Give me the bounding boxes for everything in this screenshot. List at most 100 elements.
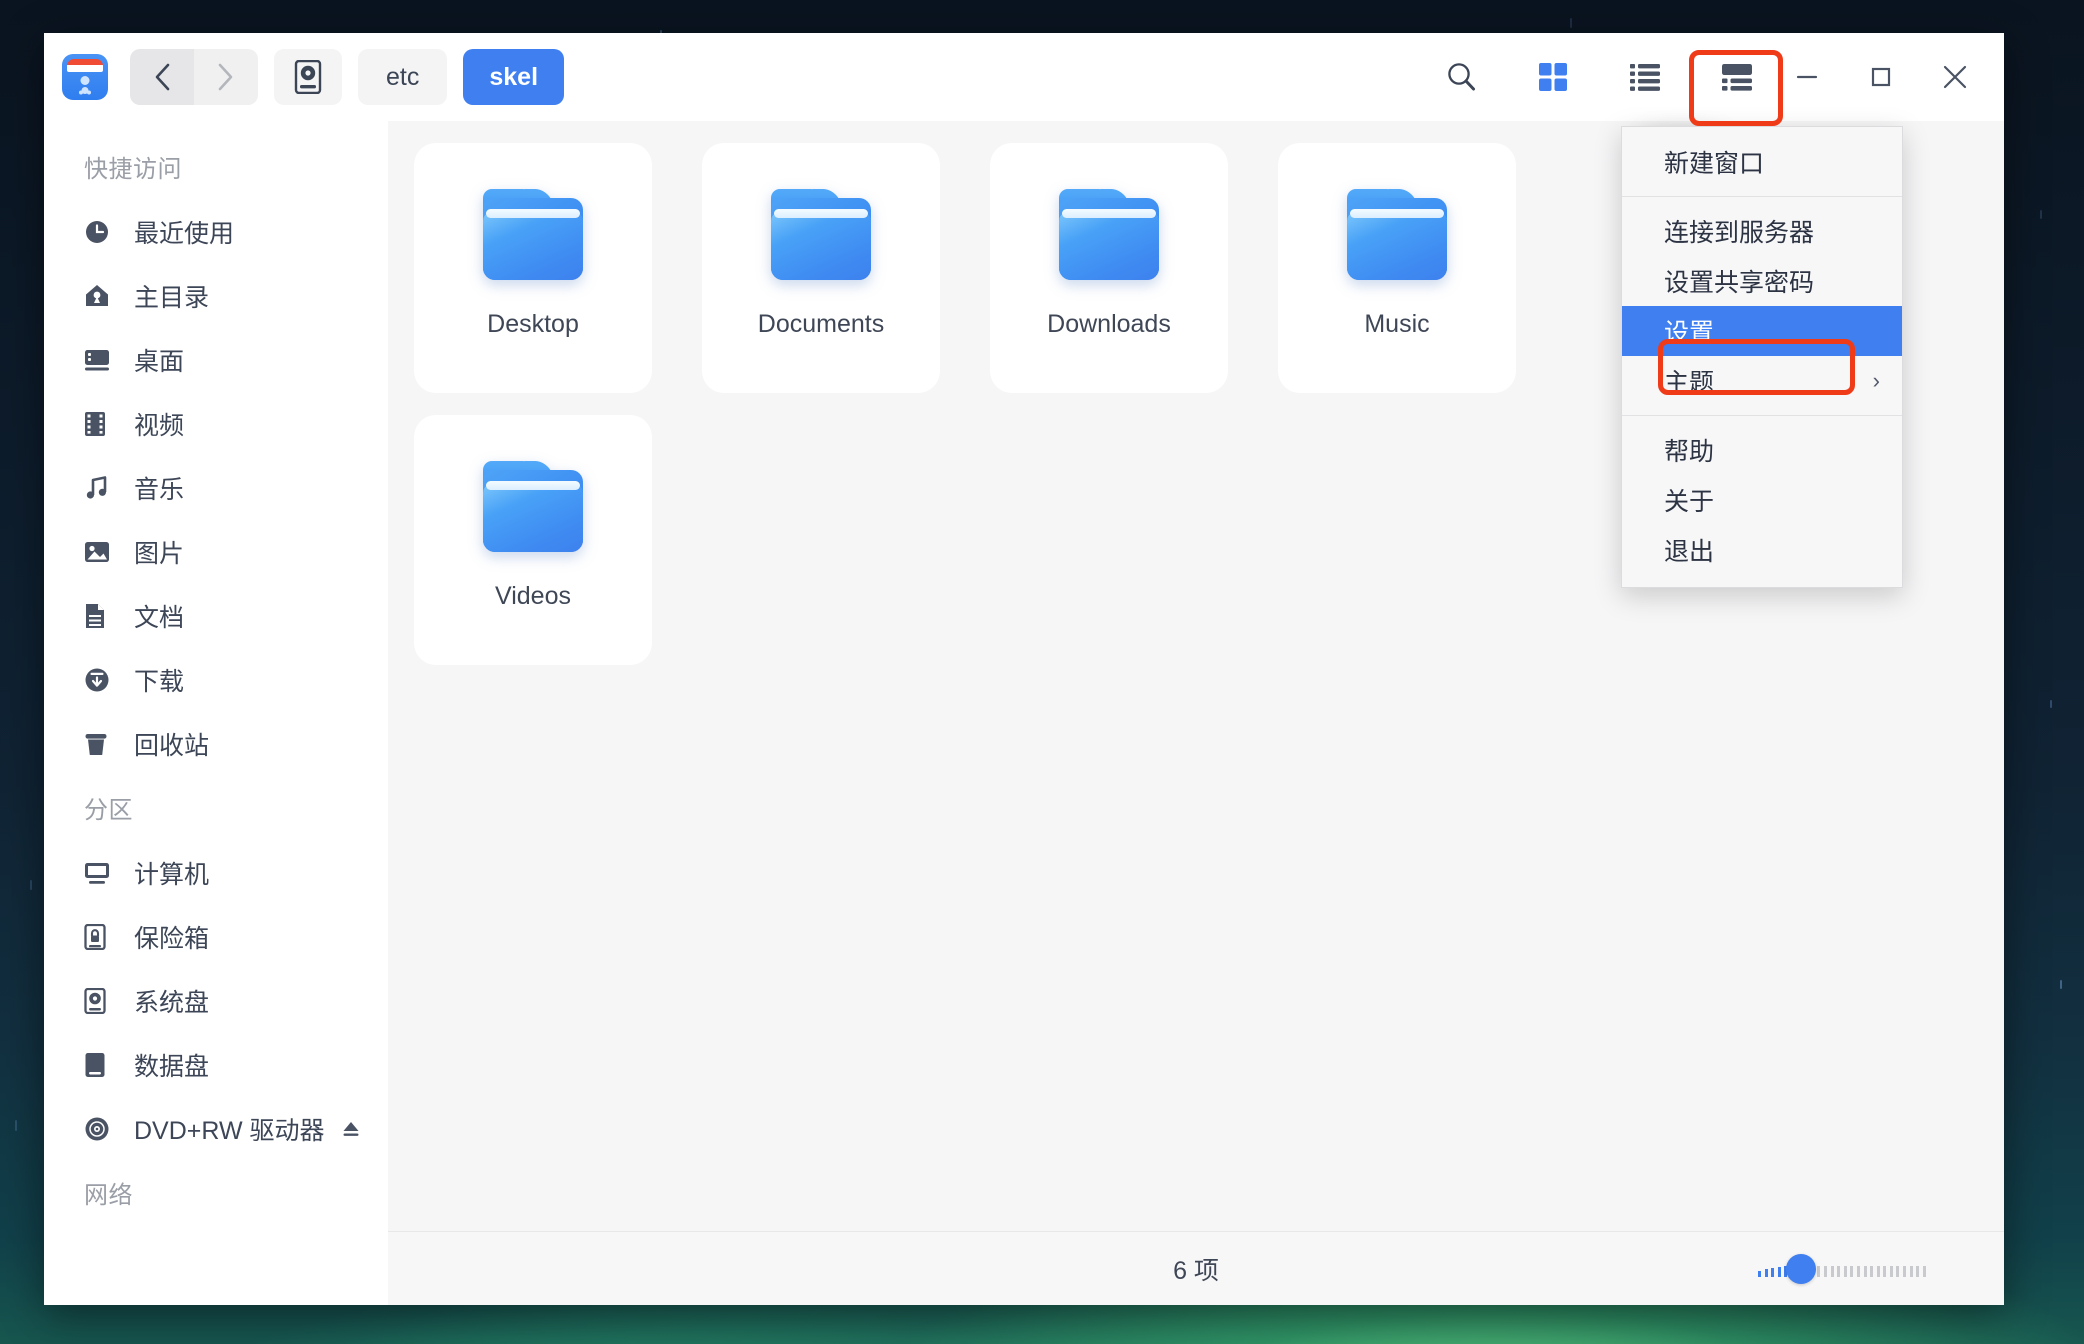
sidebar-item-computer[interactable]: 计算机 xyxy=(44,841,388,905)
menu-item-connect-to-server[interactable]: 连接到服务器 xyxy=(1622,206,1902,256)
status-bar: 6 项 xyxy=(388,1231,2004,1305)
file-item-documents[interactable]: Documents xyxy=(702,143,940,393)
view-detail-button[interactable] xyxy=(1704,49,1770,105)
zoom-slider[interactable] xyxy=(1758,1254,1926,1284)
application-menu: 新建窗口 连接到服务器 设置共享密码 设置 主题 › 帮助 关于 退出 xyxy=(1621,126,1903,588)
zoom-slider-ticks xyxy=(1758,1261,1926,1277)
sidebar-item-label: 下载 xyxy=(134,662,184,698)
hard-disk-icon xyxy=(294,60,322,94)
sidebar-item-label: 系统盘 xyxy=(134,983,209,1019)
close-button[interactable] xyxy=(1918,47,1992,107)
system-disk-icon xyxy=(84,988,118,1014)
zoom-tick xyxy=(1916,1266,1919,1277)
folder-icon xyxy=(1347,198,1447,280)
sidebar-item-videos[interactable]: 视频 xyxy=(44,392,388,456)
menu-item-about[interactable]: 关于 xyxy=(1622,475,1902,525)
sidebar-item-pictures[interactable]: 图片 xyxy=(44,520,388,584)
sidebar-item-documents[interactable]: 文档 xyxy=(44,584,388,648)
view-icon-button[interactable] xyxy=(1520,49,1586,105)
back-button[interactable] xyxy=(130,49,194,105)
star xyxy=(2040,210,2042,219)
sidebar-item-safe-box[interactable]: 保险箱 xyxy=(44,905,388,969)
zoom-tick xyxy=(1857,1266,1860,1277)
desktop-icon xyxy=(84,348,118,372)
file-item-label: Music xyxy=(1364,310,1429,339)
file-item-label: Documents xyxy=(758,310,884,339)
image-icon xyxy=(84,541,118,563)
list-view-icon xyxy=(1629,62,1661,92)
sidebar: 快捷访问 最近使用 主目录 桌面 视频 音乐 图片 文档 下载 回收站 分区 计… xyxy=(44,121,388,1305)
sidebar-item-downloads[interactable]: 下载 xyxy=(44,648,388,712)
view-list-button[interactable] xyxy=(1612,49,1678,105)
file-item-videos[interactable]: Videos xyxy=(414,415,652,665)
zoom-tick xyxy=(1758,1271,1761,1277)
search-button[interactable] xyxy=(1428,49,1494,105)
star xyxy=(2050,700,2052,708)
sidebar-item-trash[interactable]: 回收站 xyxy=(44,712,388,776)
minimize-button[interactable] xyxy=(1770,47,1844,107)
sidebar-item-label: 视频 xyxy=(134,406,184,442)
breadcrumb-skel[interactable]: skel xyxy=(463,49,564,105)
zoom-tick xyxy=(1765,1269,1768,1276)
close-icon xyxy=(1938,60,1972,94)
sidebar-item-dvd-drive[interactable]: DVD+RW 驱动器 xyxy=(44,1097,388,1161)
menu-item-new-window[interactable]: 新建窗口 xyxy=(1622,137,1902,187)
chevron-left-icon xyxy=(153,62,171,92)
menu-item-set-share-password[interactable]: 设置共享密码 xyxy=(1622,256,1902,306)
optical-disc-icon xyxy=(84,1116,118,1142)
sidebar-item-music[interactable]: 音乐 xyxy=(44,456,388,520)
sidebar-item-system-disk[interactable]: 系统盘 xyxy=(44,969,388,1033)
clock-icon xyxy=(84,219,118,245)
file-item-downloads[interactable]: Downloads xyxy=(990,143,1228,393)
zoom-tick xyxy=(1778,1267,1781,1276)
data-disk-icon xyxy=(84,1052,118,1078)
sidebar-item-data-disk[interactable]: 数据盘 xyxy=(44,1033,388,1097)
zoom-tick xyxy=(1864,1266,1867,1277)
download-icon xyxy=(84,667,118,693)
file-item-desktop[interactable]: Desktop xyxy=(414,143,652,393)
menu-separator xyxy=(1622,415,1902,416)
sidebar-section-quick-access-title: 快捷访问 xyxy=(44,135,388,200)
sidebar-item-label: 文档 xyxy=(134,598,184,634)
file-item-label: Videos xyxy=(495,582,571,611)
zoom-tick xyxy=(1850,1266,1853,1277)
film-icon xyxy=(84,411,118,437)
sidebar-item-label: 最近使用 xyxy=(134,214,234,250)
sidebar-section-network-title: 网络 xyxy=(44,1161,388,1226)
zoom-tick xyxy=(1890,1266,1893,1277)
folder-icon xyxy=(771,198,871,280)
menu-item-settings[interactable]: 设置 xyxy=(1622,306,1902,356)
folder-icon xyxy=(483,470,583,552)
file-item-music[interactable]: Music xyxy=(1278,143,1516,393)
home-icon xyxy=(84,283,118,309)
trash-icon xyxy=(84,731,118,757)
sidebar-item-label: 数据盘 xyxy=(134,1047,209,1083)
breadcrumb-root-disk[interactable] xyxy=(274,49,342,105)
sidebar-item-desktop[interactable]: 桌面 xyxy=(44,328,388,392)
forward-button[interactable] xyxy=(194,49,258,105)
menu-item-quit[interactable]: 退出 xyxy=(1622,525,1902,575)
sidebar-item-recent[interactable]: 最近使用 xyxy=(44,200,388,264)
zoom-tick xyxy=(1903,1266,1906,1277)
menu-separator xyxy=(1622,196,1902,197)
menu-item-theme[interactable]: 主题 › xyxy=(1622,356,1902,406)
zoom-tick xyxy=(1831,1266,1834,1277)
folder-icon xyxy=(483,198,583,280)
breadcrumb-etc[interactable]: etc xyxy=(358,49,447,105)
sidebar-item-label: 保险箱 xyxy=(134,919,209,955)
navigation-buttons xyxy=(130,49,258,105)
zoom-slider-thumb[interactable] xyxy=(1786,1254,1816,1284)
minimize-icon xyxy=(1792,62,1822,92)
zoom-tick xyxy=(1837,1266,1840,1277)
maximize-icon xyxy=(1866,62,1896,92)
sidebar-item-label: DVD+RW 驱动器 xyxy=(134,1111,325,1147)
menu-item-help[interactable]: 帮助 xyxy=(1622,425,1902,475)
sidebar-item-home[interactable]: 主目录 xyxy=(44,264,388,328)
sidebar-item-label: 图片 xyxy=(134,534,184,570)
star xyxy=(1570,18,1572,28)
zoom-tick xyxy=(1877,1266,1880,1277)
eject-icon[interactable] xyxy=(340,1118,362,1140)
detail-view-icon xyxy=(1720,62,1754,92)
safe-box-icon xyxy=(84,924,118,950)
maximize-button[interactable] xyxy=(1844,47,1918,107)
